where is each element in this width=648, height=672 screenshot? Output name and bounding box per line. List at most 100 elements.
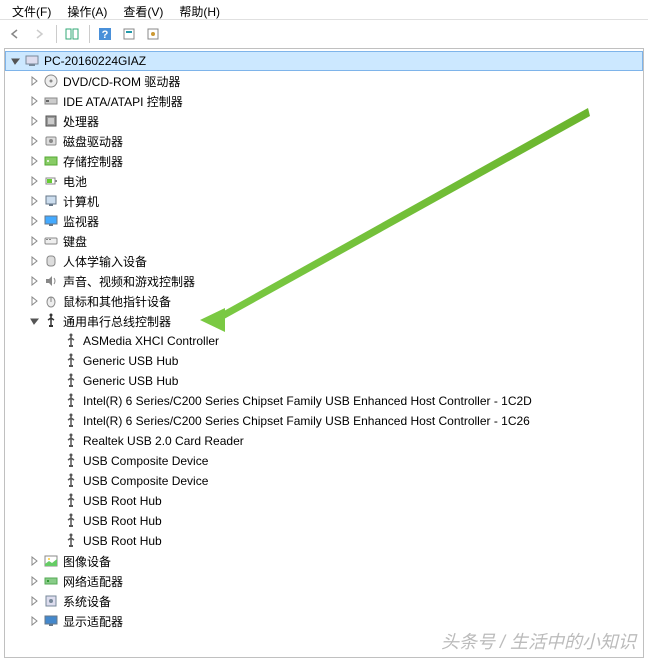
usb-device-icon [63,453,79,469]
menu-help[interactable]: 帮助(H) [171,2,228,17]
tree-category[interactable]: 显示适配器 [5,611,643,631]
expander-icon[interactable] [29,215,41,227]
tree-category-label: 声音、视频和游戏控制器 [63,273,195,290]
expander-icon[interactable] [29,295,41,307]
expander-icon[interactable] [29,555,41,567]
mouse-icon [43,293,59,309]
tree-device-label: Realtek USB 2.0 Card Reader [83,434,244,448]
system-icon [43,593,59,609]
tree-device-label: Generic USB Hub [83,374,178,388]
expander-icon[interactable] [29,575,41,587]
device-tree[interactable]: PC-20160224GIAZ DVD/CD-ROM 驱动器 IDE ATA/A… [4,48,644,658]
tree-device-label: USB Root Hub [83,534,162,548]
expander-icon[interactable] [10,55,22,67]
tree-device[interactable]: Generic USB Hub [5,351,643,371]
sound-icon [43,273,59,289]
computer-icon [24,53,40,69]
show-hide-button[interactable] [61,23,83,45]
storage-icon [43,153,59,169]
toolbar-separator [89,25,90,43]
expander-icon[interactable] [29,595,41,607]
monitor-icon [43,213,59,229]
tree-category-label: 磁盘驱动器 [63,133,123,150]
tree-category[interactable]: 网络适配器 [5,571,643,591]
expander-icon[interactable] [29,135,41,147]
tree-category[interactable]: DVD/CD-ROM 驱动器 [5,71,643,91]
expander-icon[interactable] [29,75,41,87]
tree-category[interactable]: 处理器 [5,111,643,131]
tree-category-label: 人体学输入设备 [63,253,147,270]
tree-category[interactable]: 声音、视频和游戏控制器 [5,271,643,291]
tree-device-label: USB Root Hub [83,514,162,528]
usb-device-icon [63,493,79,509]
back-button[interactable] [4,23,26,45]
tree-device[interactable]: Generic USB Hub [5,371,643,391]
tree-root[interactable]: PC-20160224GIAZ [5,51,643,71]
tree-category[interactable]: 人体学输入设备 [5,251,643,271]
tree-category-label: 电池 [63,173,87,190]
tree-category[interactable]: 磁盘驱动器 [5,131,643,151]
tree-device[interactable]: USB Root Hub [5,531,643,551]
tree-category[interactable]: 鼠标和其他指针设备 [5,291,643,311]
tree-device[interactable]: Intel(R) 6 Series/C200 Series Chipset Fa… [5,391,643,411]
tree-device-label: USB Composite Device [83,474,208,488]
hid-icon [43,253,59,269]
tree-category-label: 系统设备 [63,593,111,610]
expander-icon[interactable] [29,275,41,287]
tree-device[interactable]: USB Composite Device [5,471,643,491]
usb-device-icon [63,353,79,369]
expander-icon[interactable] [29,195,41,207]
tree-device[interactable]: USB Composite Device [5,451,643,471]
tree-device-label: USB Root Hub [83,494,162,508]
expander-icon[interactable] [29,315,41,327]
tree-device[interactable]: USB Root Hub [5,511,643,531]
usb-device-icon [63,373,79,389]
tree-category-label: 键盘 [63,233,87,250]
tree-device-label: ASMedia XHCI Controller [83,334,219,348]
tree-category-label: 通用串行总线控制器 [63,313,171,330]
tree-category[interactable]: 通用串行总线控制器 [5,311,643,331]
properties-button[interactable] [142,23,164,45]
expander-icon[interactable] [29,155,41,167]
tree-root-label: PC-20160224GIAZ [44,54,146,68]
tree-device[interactable]: ASMedia XHCI Controller [5,331,643,351]
tree-category-label: 显示适配器 [63,613,123,630]
tree-category[interactable]: 键盘 [5,231,643,251]
expander-icon[interactable] [29,115,41,127]
tree-device[interactable]: Intel(R) 6 Series/C200 Series Chipset Fa… [5,411,643,431]
tree-category-label: 监视器 [63,213,99,230]
menu-action[interactable]: 操作(A) [59,2,115,17]
tree-category[interactable]: IDE ATA/ATAPI 控制器 [5,91,643,111]
help-button[interactable]: ? [94,23,116,45]
tree-category[interactable]: 存储控制器 [5,151,643,171]
tree-category[interactable]: 电池 [5,171,643,191]
tree-category[interactable]: 系统设备 [5,591,643,611]
usb-device-icon [63,413,79,429]
svg-text:?: ? [102,29,109,41]
keyboard-icon [43,233,59,249]
tree-device-label: Generic USB Hub [83,354,178,368]
disc-icon [43,73,59,89]
tree-category-label: 鼠标和其他指针设备 [63,293,171,310]
expander-icon[interactable] [29,235,41,247]
usb-icon [43,313,59,329]
usb-device-icon [63,473,79,489]
forward-button[interactable] [28,23,50,45]
tree-category[interactable]: 计算机 [5,191,643,211]
expander-icon[interactable] [29,615,41,627]
usb-device-icon [63,333,79,349]
expander-icon[interactable] [29,255,41,267]
usb-device-icon [63,433,79,449]
toolbar: ? [0,20,648,48]
menu-view[interactable]: 查看(V) [115,2,171,17]
tree-category[interactable]: 图像设备 [5,551,643,571]
expander-icon[interactable] [29,175,41,187]
tree-device-label: USB Composite Device [83,454,208,468]
tree-category-label: DVD/CD-ROM 驱动器 [63,73,180,90]
tree-device[interactable]: Realtek USB 2.0 Card Reader [5,431,643,451]
scan-button[interactable] [118,23,140,45]
expander-icon[interactable] [29,95,41,107]
tree-device[interactable]: USB Root Hub [5,491,643,511]
tree-category[interactable]: 监视器 [5,211,643,231]
menu-file[interactable]: 文件(F) [4,2,59,17]
